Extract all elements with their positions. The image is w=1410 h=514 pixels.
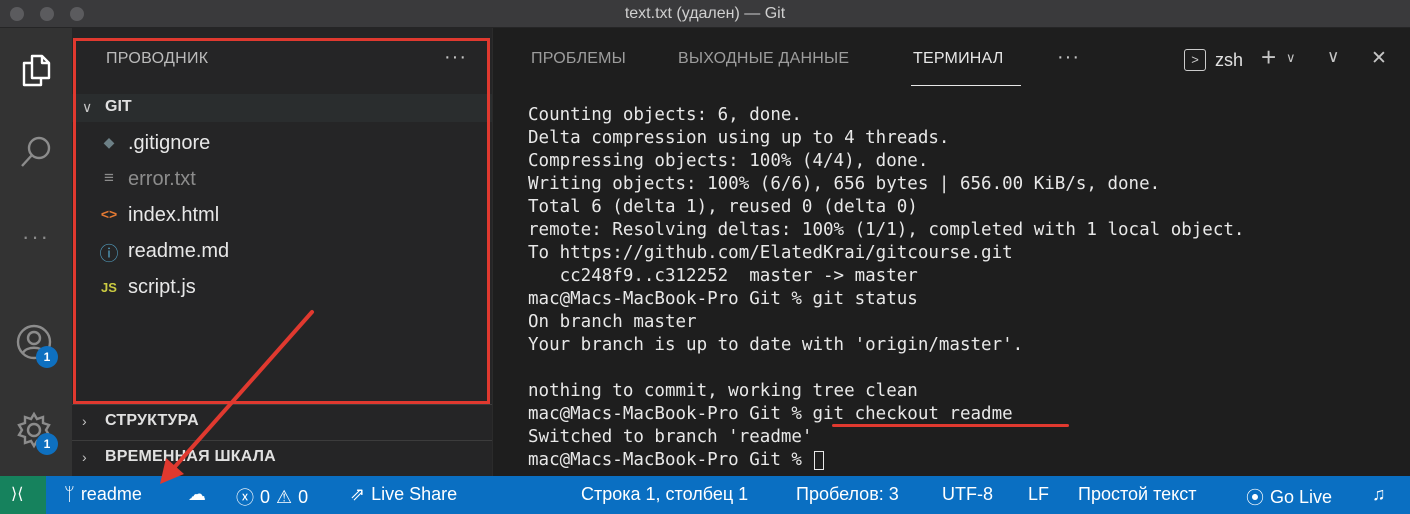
account-badge: 1 — [36, 346, 58, 368]
terminal-line: mac@Macs-MacBook-Pro Git % git checkout … — [528, 404, 1013, 424]
active-tab-indicator — [911, 85, 1021, 86]
warning-icon: ⚠ — [276, 486, 293, 507]
js-file-icon: JS — [101, 280, 117, 295]
chevron-right-icon: › — [82, 413, 87, 429]
branch-indicator[interactable]: ᛘ readme — [64, 484, 142, 505]
indentation[interactable]: Пробелов: 3 — [796, 484, 899, 505]
status-bar: ⟩⟨ ᛘ readme ☁ ⓧ 0 ⚠ 0 ⇗ Live Share Строк… — [0, 476, 1410, 514]
file-item-index[interactable]: <> index.html — [72, 200, 492, 234]
file-name: error.txt — [128, 168, 196, 190]
terminal-line: mac@Macs-MacBook-Pro Git % git status — [528, 289, 918, 309]
title-bar: text.txt (удален) — Git — [0, 0, 1410, 28]
explorer-sidebar: ПРОВОДНИК ··· ∨ GIT ◆ .gitignore ≡ error… — [72, 28, 492, 476]
broadcast-icon: ⦿ — [1246, 488, 1264, 508]
bell-icon: ♫ — [1372, 484, 1386, 504]
terminal-line: Delta compression using up to 4 threads. — [528, 128, 950, 148]
close-panel-button[interactable]: ✕ — [1371, 47, 1387, 70]
file-name: script.js — [128, 276, 196, 298]
terminal-line: nothing to commit, working tree clean — [528, 381, 918, 401]
text-file-icon: ≡ — [104, 168, 114, 187]
file-name: index.html — [128, 204, 220, 226]
terminal-cursor — [814, 450, 825, 470]
encoding[interactable]: UTF-8 — [942, 484, 993, 505]
explorer-title: ПРОВОДНИК — [106, 50, 209, 67]
terminal-line: Compressing objects: 100% (4/4), done. — [528, 151, 929, 171]
terminal-output[interactable]: Counting objects: 6, done. Delta compres… — [528, 104, 1398, 474]
file-item-readme[interactable]: ⓘ readme.md — [72, 236, 492, 270]
branch-name: readme — [80, 484, 142, 504]
file-item-error[interactable]: ≡ error.txt — [72, 164, 492, 198]
panel-more-button[interactable]: ··· — [1057, 46, 1080, 69]
end-of-line[interactable]: LF — [1028, 484, 1049, 505]
notifications-button[interactable]: ♫ — [1372, 484, 1386, 505]
language-mode[interactable]: Простой текст — [1078, 484, 1196, 505]
live-share-button[interactable]: ⇗ Live Share — [350, 484, 457, 505]
section-label: СТРУКТУРА — [105, 412, 199, 429]
folder-row-git[interactable]: ∨ GIT — [72, 94, 492, 122]
activity-bar: ··· 1 1 — [0, 28, 72, 476]
terminal-line: remote: Resolving deltas: 100% (1/1), co… — [528, 220, 1245, 240]
cloud-upload-icon: ☁ — [188, 484, 206, 504]
terminal-prompt-line[interactable]: mac@Macs-MacBook-Pro Git % — [528, 449, 1398, 472]
terminal-panel: ПРОБЛЕМЫ ВЫХОДНЫЕ ДАННЫЕ ТЕРМИНАЛ ··· > … — [492, 28, 1410, 476]
terminal-line: Counting objects: 6, done. — [528, 105, 802, 125]
file-name: .gitignore — [128, 132, 211, 154]
go-live-label: Go Live — [1270, 486, 1333, 507]
file-name: readme.md — [128, 240, 230, 262]
error-icon: ⓧ — [236, 488, 254, 508]
problems-indicator[interactable]: ⓧ 0 ⚠ 0 — [236, 484, 308, 510]
chevron-right-icon: › — [82, 449, 87, 465]
section-timeline[interactable]: › ВРЕМЕННАЯ ШКАЛА — [72, 441, 492, 475]
terminal-line: To https://github.com/ElatedKrai/gitcour… — [528, 243, 1013, 263]
remote-indicator[interactable]: ⟩⟨ — [0, 476, 46, 514]
file-item-script[interactable]: JS script.js — [72, 272, 492, 306]
chevron-down-icon: ∨ — [82, 99, 93, 115]
terminal-prompt: mac@Macs-MacBook-Pro Git % — [528, 450, 813, 470]
explorer-more-button[interactable]: ··· — [444, 46, 467, 69]
files-icon[interactable] — [0, 50, 72, 90]
tab-output[interactable]: ВЫХОДНЫЕ ДАННЫЕ — [678, 50, 849, 68]
split-dropdown-button[interactable]: ∨ — [1286, 50, 1296, 66]
tab-problems[interactable]: ПРОБЛЕМЫ — [531, 50, 626, 68]
terminal-shell-icon[interactable]: > — [1184, 49, 1206, 71]
section-label: ВРЕМЕННАЯ ШКАЛА — [105, 448, 276, 465]
settings-badge: 1 — [36, 433, 58, 455]
sync-button[interactable]: ☁ — [188, 484, 206, 505]
maximize-panel-button[interactable]: ∨ — [1327, 47, 1339, 67]
terminal-line: Writing objects: 100% (6/6), 656 bytes |… — [528, 174, 1161, 194]
git-file-icon: ◆ — [103, 134, 115, 150]
folder-label: GIT — [105, 98, 132, 115]
annotation-underline — [832, 424, 1069, 427]
terminal-line: Total 6 (delta 1), reused 0 (delta 0) — [528, 197, 918, 217]
terminal-line: Your branch is up to date with 'origin/m… — [528, 335, 1024, 355]
terminal-line: On branch master — [528, 312, 697, 332]
section-outline[interactable]: › СТРУКТУРА — [72, 405, 492, 439]
warning-count: 0 — [298, 486, 309, 507]
remote-icon: ⟩⟨ — [11, 486, 24, 503]
info-file-icon: ⓘ — [99, 244, 119, 265]
new-terminal-button[interactable]: + — [1261, 42, 1276, 73]
search-icon[interactable] — [0, 132, 72, 172]
branch-icon: ᛘ — [64, 484, 75, 504]
file-item-gitignore[interactable]: ◆ .gitignore — [72, 128, 492, 162]
error-count: 0 — [260, 486, 271, 507]
terminal-line: cc248f9..c312252 master -> master — [528, 266, 918, 286]
terminal-line: Switched to branch 'readme' — [528, 427, 813, 447]
live-share-label: Live Share — [371, 484, 458, 504]
live-share-icon: ⇗ — [350, 484, 366, 504]
tab-terminal[interactable]: ТЕРМИНАЛ — [913, 50, 1003, 68]
more-icon[interactable]: ··· — [0, 224, 72, 250]
go-live-button[interactable]: ⦿ Go Live — [1246, 484, 1332, 510]
cursor-position[interactable]: Строка 1, столбец 1 — [581, 484, 748, 505]
html-file-icon: <> — [100, 206, 118, 222]
terminal-shell-name[interactable]: zsh — [1215, 50, 1243, 71]
window-title: text.txt (удален) — Git — [624, 5, 786, 22]
